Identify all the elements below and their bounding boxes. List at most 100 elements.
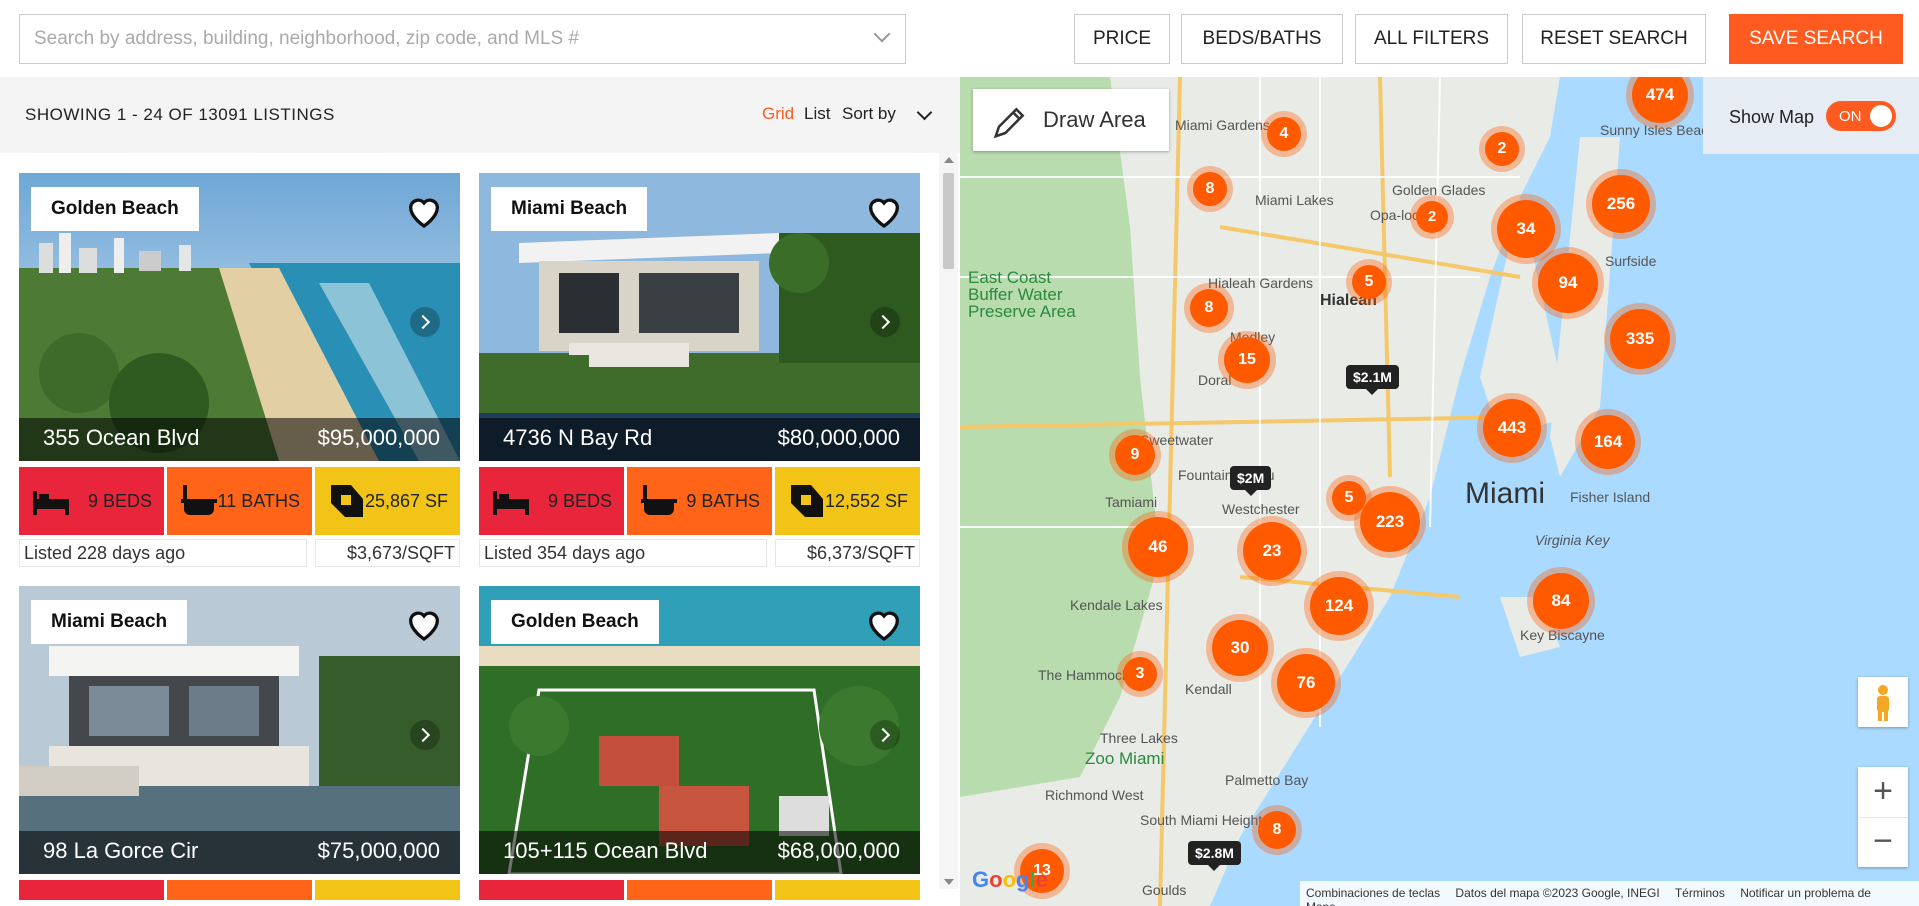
- map-label: Westchester: [1222, 501, 1300, 517]
- listing-card[interactable]: Miami Beach 98 La Gorce Cir $75,000,000: [19, 586, 460, 906]
- price-marker[interactable]: $2.1M: [1346, 365, 1399, 395]
- listing-price: $95,000,000: [317, 425, 440, 450]
- map-label: Palmetto Bay: [1225, 772, 1309, 788]
- price-bar: 355 Ocean Blvd $95,000,000: [19, 418, 460, 461]
- sqft-stat: 25,867 SF: [315, 467, 460, 535]
- beds-value: 9 BEDS: [547, 491, 612, 511]
- heart-icon[interactable]: [404, 604, 444, 644]
- scroll-down-arrow[interactable]: [944, 879, 954, 885]
- zoom-out-button[interactable]: −: [1858, 817, 1908, 867]
- reset-search-button[interactable]: RESET SEARCH: [1522, 14, 1706, 64]
- listing-address[interactable]: 4736 N Bay Rd: [503, 425, 652, 451]
- show-map-toggle[interactable]: ON: [1826, 101, 1896, 131]
- sort-by-dropdown[interactable]: Sort by: [842, 104, 896, 124]
- listing-cluster[interactable]: 443: [1483, 399, 1541, 457]
- draw-area-label: Draw Area: [1043, 107, 1146, 132]
- listings-scrollbar[interactable]: [939, 153, 958, 889]
- scroll-up-arrow[interactable]: [944, 157, 954, 163]
- show-map-control: Show Map ON: [1703, 77, 1919, 154]
- bathtub-icon: [641, 485, 677, 515]
- zoom-in-button[interactable]: +: [1858, 767, 1908, 817]
- beds-stat: [479, 880, 624, 900]
- listing-cluster[interactable]: 223: [1360, 492, 1420, 552]
- draw-area-button[interactable]: Draw Area: [973, 89, 1169, 151]
- grid-view-button[interactable]: Grid: [762, 104, 794, 124]
- street-view-pegman[interactable]: [1858, 677, 1908, 727]
- listing-cluster[interactable]: 2: [1485, 132, 1519, 166]
- listing-card[interactable]: Miami Beach 4736 N Bay Rd $80,000,000 9 …: [479, 173, 920, 573]
- listing-address[interactable]: 355 Ocean Blvd: [43, 425, 200, 451]
- listing-photo[interactable]: Miami Beach 4736 N Bay Rd $80,000,000: [479, 173, 920, 461]
- listing-cluster[interactable]: 5: [1352, 265, 1386, 299]
- listing-cluster[interactable]: 84: [1533, 573, 1589, 629]
- listing-address[interactable]: 105+115 Ocean Blvd: [503, 838, 707, 864]
- listing-cluster[interactable]: 2: [1416, 201, 1448, 233]
- price-bar: 105+115 Ocean Blvd $68,000,000: [479, 831, 920, 874]
- next-photo-arrow[interactable]: [410, 307, 440, 337]
- beds-stat: [19, 880, 164, 900]
- next-photo-arrow[interactable]: [410, 720, 440, 750]
- map-label: Hialeah Gardens: [1208, 275, 1314, 291]
- top-bar: Search by address, building, neighborhoo…: [0, 0, 1919, 77]
- price-filter-button[interactable]: PRICE: [1074, 14, 1170, 64]
- listing-cluster[interactable]: 46: [1128, 517, 1188, 577]
- listings-panel: SHOWING 1 - 24 OF 13091 LISTINGS Grid Li…: [0, 77, 960, 906]
- save-search-button[interactable]: SAVE SEARCH: [1729, 14, 1903, 64]
- listing-card[interactable]: Golden Beach 105+115 Ocean Blvd $68,000,…: [479, 586, 920, 906]
- listing-photo[interactable]: Golden Beach 105+115 Ocean Blvd $68,000,…: [479, 586, 920, 874]
- listing-cluster[interactable]: 34: [1497, 200, 1555, 258]
- baths-value: 11 BATHS: [217, 491, 300, 511]
- listing-cluster[interactable]: 15: [1224, 337, 1270, 383]
- days-listed: Listed 228 days ago: [19, 539, 307, 567]
- search-input[interactable]: Search by address, building, neighborhoo…: [19, 14, 906, 64]
- price-marker[interactable]: $2.8M: [1188, 841, 1241, 871]
- beds-baths-filter-button[interactable]: BEDS/BATHS: [1181, 14, 1343, 64]
- listing-footer: Listed 228 days ago $3,673/SQFT: [19, 539, 460, 567]
- listing-cluster[interactable]: 3: [1123, 657, 1157, 691]
- listing-cluster[interactable]: 8: [1190, 289, 1228, 327]
- heart-icon[interactable]: [864, 604, 904, 644]
- listing-cluster[interactable]: 5: [1332, 481, 1366, 515]
- pencil-icon: [993, 107, 1025, 139]
- map-label: Kendall: [1185, 681, 1232, 697]
- listing-cluster[interactable]: 8: [1258, 811, 1296, 849]
- show-map-label: Show Map: [1729, 107, 1815, 127]
- neighborhood-tag: Miami Beach: [491, 187, 648, 231]
- keyboard-shortcuts-link[interactable]: Combinaciones de teclas: [1306, 886, 1440, 900]
- pegman-icon: [1877, 685, 1889, 721]
- sqft-stat: 12,552 SF: [775, 467, 920, 535]
- next-photo-arrow[interactable]: [870, 307, 900, 337]
- chevron-down-icon[interactable]: [916, 104, 933, 121]
- listing-cluster[interactable]: 23: [1243, 522, 1301, 580]
- listing-photo[interactable]: Golden Beach 355 Ocean Blvd $95,000,000: [19, 173, 460, 461]
- listing-cluster[interactable]: 94: [1538, 253, 1598, 313]
- area-measure-icon: [331, 485, 363, 517]
- listing-cluster[interactable]: 30: [1212, 620, 1268, 676]
- listing-card[interactable]: Golden Beach 355 Ocean Blvd $95,000,000 …: [19, 173, 460, 573]
- list-view-button[interactable]: List: [804, 104, 830, 124]
- listings-header: SHOWING 1 - 24 OF 13091 LISTINGS Grid Li…: [0, 77, 960, 153]
- listing-address[interactable]: 98 La Gorce Cir: [43, 838, 198, 864]
- listing-cluster[interactable]: 8: [1193, 172, 1227, 206]
- terms-link[interactable]: Términos: [1675, 886, 1725, 900]
- map-label: Kendale Lakes: [1070, 597, 1163, 613]
- neighborhood-tag: Golden Beach: [491, 600, 659, 644]
- map[interactable]: Miami Gardens Sunny Isles Beach Golden G…: [960, 77, 1919, 906]
- days-listed: Listed 354 days ago: [479, 539, 767, 567]
- listing-cluster[interactable]: 335: [1610, 309, 1670, 369]
- heart-icon[interactable]: [864, 191, 904, 231]
- listing-cluster[interactable]: 164: [1581, 415, 1635, 469]
- listing-cluster[interactable]: 9: [1115, 435, 1155, 475]
- listing-cluster[interactable]: 124: [1310, 577, 1368, 635]
- next-photo-arrow[interactable]: [870, 720, 900, 750]
- listing-cluster[interactable]: 4: [1267, 117, 1301, 151]
- all-filters-button[interactable]: ALL FILTERS: [1355, 14, 1508, 64]
- listing-cluster[interactable]: 256: [1592, 175, 1650, 233]
- listing-cluster[interactable]: 76: [1277, 654, 1335, 712]
- listing-photo[interactable]: Miami Beach 98 La Gorce Cir $75,000,000: [19, 586, 460, 874]
- price-per-sqft: $3,673/SQFT: [315, 539, 460, 567]
- price-marker[interactable]: $2M: [1230, 466, 1272, 496]
- heart-icon[interactable]: [404, 191, 444, 231]
- map-label: Zoo Miami: [1085, 749, 1165, 768]
- scroll-thumb[interactable]: [943, 173, 954, 269]
